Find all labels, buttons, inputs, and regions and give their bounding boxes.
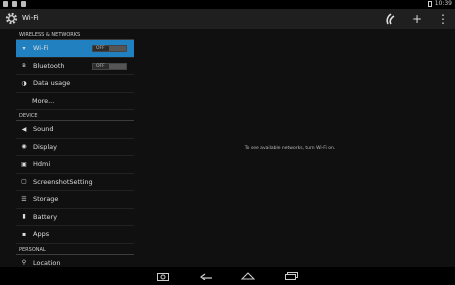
- settings-item-label: More...: [32, 96, 55, 105]
- section-header: PERSONAL: [16, 244, 134, 255]
- settings-item-label: Storage: [33, 195, 59, 204]
- overflow-menu-icon: ⋮: [437, 12, 449, 26]
- status-time: 10:39: [434, 0, 452, 7]
- section-header: WIRELESS & NETWORKS: [16, 29, 134, 40]
- toggle-knob: [109, 46, 126, 51]
- toggle-state: OFF: [96, 63, 105, 69]
- sd-card-icon: [21, 1, 26, 7]
- screenshot-icon: [157, 272, 169, 281]
- settings-item-sound[interactable]: ◀ Sound: [16, 121, 134, 139]
- storage-icon: ☰: [21, 195, 27, 203]
- wifi-icon: ▾: [22, 44, 26, 52]
- settings-item-apps[interactable]: ▪ Apps: [16, 226, 134, 244]
- settings-list: WIRELESS & NETWORKS ▾ Wi-Fi OFF ʙ Bluetooth OF…: [16, 29, 134, 272]
- overflow-menu-button[interactable]: ⋮: [437, 12, 449, 26]
- home-button[interactable]: [240, 270, 256, 282]
- action-bar-title: Wi-Fi: [22, 14, 39, 22]
- settings-item-label: Sound: [33, 125, 54, 134]
- wifi-off-message: To see available networks, turn Wi-Fi on…: [244, 146, 336, 151]
- screenshot-nav-button[interactable]: [155, 270, 171, 282]
- settings-item-label: Display: [33, 142, 57, 151]
- hdmi-icon: ▣: [21, 160, 27, 168]
- nav-bar: [0, 267, 455, 285]
- status-bar: 10:39: [0, 0, 455, 9]
- add-network-button[interactable]: +: [411, 12, 423, 26]
- recent-apps-icon: [284, 272, 298, 280]
- settings-item-storage[interactable]: ☰ Storage: [16, 191, 134, 209]
- toggle-switch[interactable]: OFF: [92, 45, 127, 52]
- settings-item-data-usage[interactable]: ◑ Data usage: [16, 75, 134, 93]
- settings-item-battery[interactable]: ▮ Battery: [16, 209, 134, 226]
- settings-item-label: Data usage: [33, 79, 71, 88]
- toggle-knob: [109, 63, 126, 69]
- settings-item-label: Wi-Fi: [33, 44, 49, 53]
- screenshot-icon: ▢: [21, 178, 27, 186]
- toggle-switch[interactable]: OFF: [92, 62, 127, 70]
- battery-icon: ▮: [22, 213, 26, 221]
- settings-item-label: Bluetooth: [33, 61, 65, 70]
- location-icon: ⚲: [21, 259, 27, 267]
- settings-item-more[interactable]: More...: [16, 93, 134, 110]
- settings-item-label: ScreenshotSetting: [33, 177, 93, 186]
- settings-item-display[interactable]: ◉ Display: [16, 139, 134, 156]
- image-icon: [12, 1, 17, 7]
- settings-item-label: Battery: [33, 212, 58, 221]
- back-button[interactable]: [198, 270, 214, 282]
- settings-item-screenshotsetting[interactable]: ▢ ScreenshotSetting: [16, 174, 134, 191]
- action-bar: Wi-Fi + ⋮: [0, 9, 455, 29]
- recent-apps-button[interactable]: [283, 270, 299, 282]
- settings-item-bluetooth[interactable]: ʙ Bluetooth OFF: [16, 58, 134, 75]
- usb-icon: [3, 1, 8, 7]
- bluetooth-icon: ʙ: [22, 62, 26, 70]
- section-header: DEVICE: [16, 110, 134, 121]
- apps-icon: ▪: [21, 230, 27, 238]
- sound-icon: ◀: [21, 125, 27, 133]
- wps-button[interactable]: [385, 12, 397, 26]
- home-icon: [241, 272, 255, 280]
- settings-item-label: Hdmi: [33, 160, 51, 169]
- back-icon: [199, 273, 212, 280]
- settings-item-label: Apps: [33, 230, 50, 239]
- settings-item-hdmi[interactable]: ▣ Hdmi: [16, 156, 134, 174]
- wps-icon: [386, 13, 395, 25]
- plus-icon: +: [411, 12, 423, 26]
- settings-gear-icon[interactable]: [4, 11, 19, 26]
- display-icon: ◉: [21, 143, 27, 151]
- settings-main: WIRELESS & NETWORKS ▾ Wi-Fi OFF ʙ Bluetooth OF…: [0, 29, 455, 272]
- settings-item-label: Location: [33, 258, 61, 267]
- settings-item-wi-fi[interactable]: ▾ Wi-Fi OFF: [16, 40, 134, 58]
- toggle-state: OFF: [96, 46, 105, 51]
- status-left-icons: [3, 1, 26, 7]
- battery-status-icon: [427, 0, 432, 7]
- data-usage-icon: ◑: [21, 79, 27, 87]
